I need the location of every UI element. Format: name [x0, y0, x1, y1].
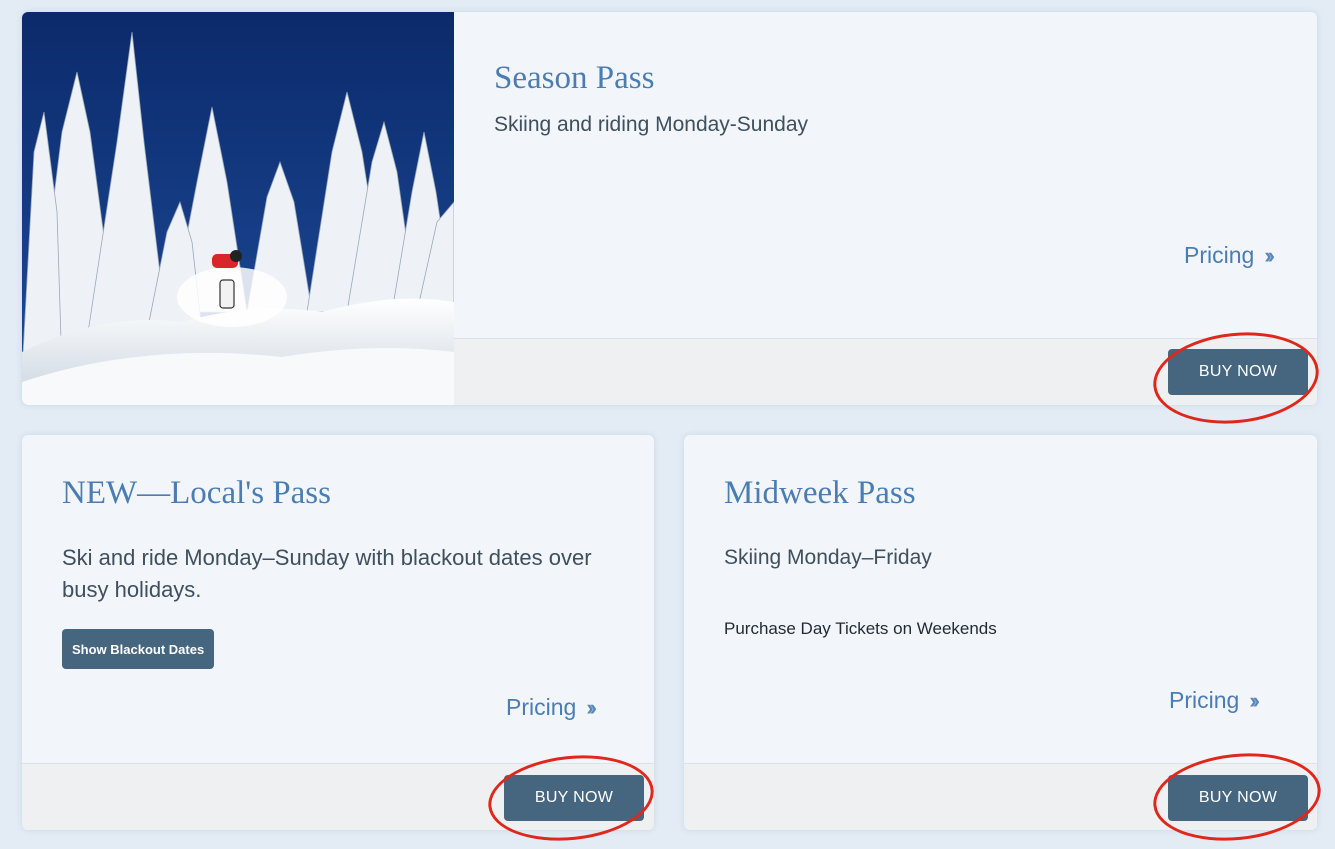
season-pass-buy-now-button[interactable]: BUY NOW: [1168, 349, 1308, 395]
show-blackout-dates-button[interactable]: Show Blackout Dates: [62, 629, 215, 669]
locals-pass-buy-now-button[interactable]: BUY NOW: [504, 775, 644, 821]
midweek-pass-card: Midweek Pass Skiing Monday–Friday Purcha…: [684, 435, 1317, 830]
skier-photo: [22, 12, 454, 405]
locals-pass-subtitle: Ski and ride Monday–Sunday with blackout…: [62, 545, 592, 602]
midweek-pass-note: Purchase Day Tickets on Weekends: [724, 619, 997, 638]
double-chevron-right-icon: ››: [1249, 687, 1259, 713]
locals-pass-pricing-link[interactable]: Pricing ››: [506, 694, 597, 721]
midweek-pass-pricing-link[interactable]: Pricing ››: [1169, 687, 1260, 714]
double-chevron-right-icon: ››: [1264, 242, 1274, 268]
double-chevron-right-icon: ››: [586, 694, 596, 720]
midweek-pass-title: Midweek Pass: [724, 475, 916, 511]
pricing-label: Pricing: [506, 694, 577, 720]
midweek-pass-buy-now-button[interactable]: BUY NOW: [1168, 775, 1308, 821]
season-pass-subtitle: Skiing and riding Monday-Sunday: [494, 113, 809, 136]
locals-pass-title: NEW—Local's Pass: [62, 475, 331, 511]
season-pass-card: Season Pass Skiing and riding Monday-Sun…: [22, 12, 1317, 405]
locals-pass-card: NEW—Local's Pass Ski and ride Monday–Sun…: [22, 435, 654, 830]
pricing-label: Pricing: [1184, 242, 1255, 268]
midweek-pass-subtitle: Skiing Monday–Friday: [724, 546, 932, 569]
season-pass-pricing-link[interactable]: Pricing ››: [1184, 242, 1275, 269]
pricing-label: Pricing: [1169, 687, 1240, 713]
season-pass-title: Season Pass: [494, 60, 655, 96]
